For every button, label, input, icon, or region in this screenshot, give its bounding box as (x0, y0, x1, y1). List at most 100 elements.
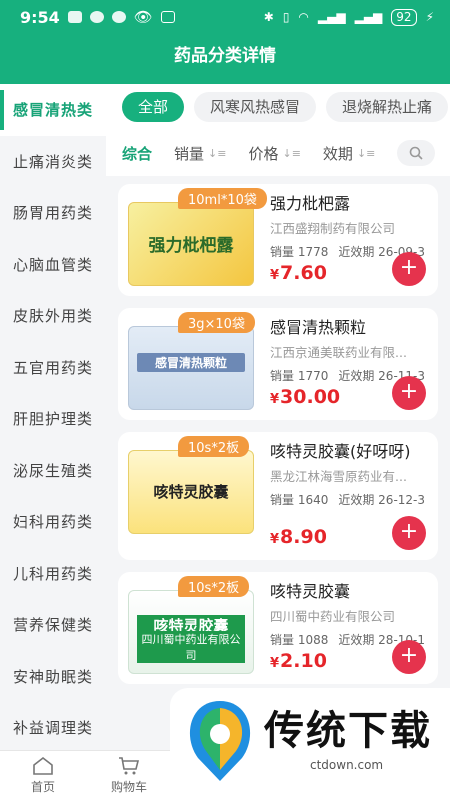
page-title: 药品分类详情 (174, 46, 276, 66)
product-name: 咳特灵胶囊 (270, 582, 351, 601)
main-content: 全部 风寒风热感冒 退烧解热止痛 综合 销量 ↓≡ 价格 ↓≡ 效期 ↓≡ 强力枇杷露… (106, 84, 450, 750)
sidebar-item-tonic[interactable]: 补益调理类 (0, 702, 106, 754)
currency-symbol: ¥ (270, 532, 280, 547)
battery-indicator: 92 (391, 8, 417, 26)
top-bar: 9:54 👁 ✱ ▯ ◠ ▂▄▆ ▂▄▆ 92 ⚡ 药品分类详情 (0, 0, 450, 84)
sort-overall[interactable]: 综合 (122, 143, 152, 164)
spec-badge: 10s*2板 (178, 576, 250, 597)
product-box-title: 感冒清热颗粒 (137, 353, 245, 372)
price-value: 2.10 (280, 650, 327, 672)
sort-label: 效期 (322, 144, 353, 163)
sidebar-item-nutrition[interactable]: 营养保健类 (0, 599, 106, 651)
product-card[interactable]: 咳特灵胶囊 10s*2板 咳特灵胶囊(好呀呀) 黑龙江林海雪原药业有... 销量… (118, 432, 438, 560)
chip-cold-types[interactable]: 风寒风热感冒 (194, 92, 317, 122)
notification-icon (67, 11, 82, 23)
spec-badge: 3g×10袋 (178, 312, 255, 333)
sidebar-item-gynecology[interactable]: 妇科用药类 (0, 496, 106, 548)
weather-icon (89, 11, 104, 23)
tab-label: 购物车 (110, 780, 147, 794)
spec-badge: 10s*2板 (178, 436, 250, 457)
product-image: 咳特灵胶囊 四川蜀中药业有限公司 (128, 590, 254, 674)
product-meta: 销量 1640 近效期 26-12-3 (270, 491, 428, 508)
add-to-cart-button[interactable]: + (392, 640, 426, 674)
add-to-cart-button[interactable]: + (392, 376, 426, 410)
tab-label: 首页 (30, 780, 55, 794)
sidebar-item-pain[interactable]: 止痛消炎类 (0, 136, 106, 188)
product-list: 强力枇杷露 10ml*10袋 强力枇杷露 江西盛翔制药有限公司 销量 1778 近… (106, 176, 450, 684)
sidebar-item-sleep[interactable]: 安神助眠类 (0, 651, 106, 703)
product-image: 强力枇杷露 (128, 202, 254, 286)
sort-price[interactable]: 价格 ↓≡ (248, 143, 300, 164)
product-card[interactable]: 感冒清热颗粒 3g×10袋 感冒清热颗粒 江西京通美联药业有限... 销量 17… (118, 308, 438, 420)
sidebar-item-cardio[interactable]: 心脑血管类 (0, 239, 106, 291)
product-card[interactable]: 强力枇杷露 10ml*10袋 强力枇杷露 江西盛翔制药有限公司 销量 1778 近… (118, 184, 438, 296)
product-box-title: 咳特灵胶囊 (153, 483, 229, 501)
eye-icon: 👁 (133, 8, 153, 26)
vibrate-icon: ▯ (282, 10, 290, 24)
sort-expiry[interactable]: 效期 ↓≡ (323, 143, 375, 164)
app-icon (111, 11, 126, 23)
sort-sales[interactable]: 销量 ↓≡ (174, 143, 226, 164)
sort-label: 综合 (122, 144, 153, 163)
sidebar-item-digestive[interactable]: 肠胃用药类 (0, 187, 106, 239)
charging-icon: ⚡ (425, 10, 434, 24)
wifi-icon: ◠ (298, 10, 309, 24)
filter-chips: 全部 风寒风热感冒 退烧解热止痛 (106, 84, 450, 130)
product-price: ¥8.90 (270, 526, 327, 548)
sidebar-item-skin[interactable]: 皮肤外用类 (0, 290, 106, 342)
search-icon (410, 146, 423, 160)
product-expiry: 近效期 26-12-3 (338, 493, 426, 507)
chip-fever[interactable]: 退烧解热止痛 (326, 92, 449, 122)
sort-label: 销量 (174, 144, 205, 163)
product-company: 江西盛翔制药有限公司 (270, 221, 396, 236)
product-price: ¥7.60 (270, 262, 327, 284)
tab-cart[interactable]: 购物车 (86, 751, 172, 800)
category-sidebar: 感冒清热类 止痛消炎类 肠胃用药类 心脑血管类 皮肤外用类 五官用药类 肝胆护理… (0, 84, 106, 750)
sidebar-item-liver[interactable]: 肝胆护理类 (0, 393, 106, 445)
sort-arrow-icon: ↓≡ (356, 146, 376, 160)
sidebar-item-ent[interactable]: 五官用药类 (0, 342, 106, 394)
currency-symbol: ¥ (270, 268, 280, 283)
product-company: 四川蜀中药业有限公司 (270, 609, 396, 624)
sort-label: 价格 (248, 144, 279, 163)
product-sales: 销量 1778 (270, 245, 329, 259)
sort-arrow-icon: ↓≡ (208, 146, 227, 160)
sort-bar: 综合 销量 ↓≡ 价格 ↓≡ 效期 ↓≡ (106, 130, 450, 176)
product-sales: 销量 1770 (270, 369, 329, 383)
watermark-url: ctdown.com (310, 758, 384, 772)
nfc-icon (160, 11, 175, 23)
search-button[interactable] (397, 140, 436, 166)
product-company: 江西京通美联药业有限... (270, 345, 407, 360)
watermark-text: 传统下载 (264, 708, 432, 754)
product-sales: 销量 1640 (270, 493, 329, 507)
cart-icon (119, 757, 140, 775)
bluetooth-icon: ✱ (263, 10, 274, 24)
product-image: 感冒清热颗粒 (128, 326, 254, 410)
product-price: ¥30.00 (270, 386, 340, 408)
status-bar: 9:54 👁 ✱ ▯ ◠ ▂▄▆ ▂▄▆ 92 ⚡ (0, 0, 450, 34)
status-time: 9:54 (20, 7, 60, 27)
sidebar-item-cold[interactable]: 感冒清热类 (0, 84, 106, 136)
product-name: 感冒清热颗粒 (270, 318, 367, 337)
product-sales: 销量 1088 (270, 633, 329, 647)
price-value: 30.00 (280, 386, 341, 408)
add-to-cart-button[interactable]: + (392, 516, 426, 550)
price-value: 7.60 (280, 262, 327, 284)
sort-arrow-icon: ↓≡ (282, 146, 301, 160)
product-company: 黑龙江林海雪原药业有... (270, 469, 407, 484)
chip-all[interactable]: 全部 (122, 92, 185, 122)
product-name: 咳特灵胶囊(好呀呀) (270, 442, 411, 461)
sidebar-item-pediatric[interactable]: 儿科用药类 (0, 548, 106, 600)
watermark-overlay: 传统下载 ctdown.com (170, 688, 450, 800)
product-price: ¥2.10 (270, 650, 327, 672)
add-to-cart-button[interactable]: + (392, 252, 426, 286)
tab-home[interactable]: 首页 (0, 751, 86, 800)
product-box-title: 强力枇杷露 (148, 236, 234, 256)
currency-symbol: ¥ (270, 392, 280, 407)
home-icon (33, 756, 53, 775)
watermark-logo-icon (189, 701, 251, 781)
sidebar-item-urology[interactable]: 泌尿生殖类 (0, 445, 106, 497)
spec-badge: 10ml*10袋 (178, 188, 267, 209)
product-card[interactable]: 咳特灵胶囊 四川蜀中药业有限公司 10s*2板 咳特灵胶囊 四川蜀中药业有限公司… (118, 572, 438, 684)
product-image: 咳特灵胶囊 (128, 450, 254, 534)
